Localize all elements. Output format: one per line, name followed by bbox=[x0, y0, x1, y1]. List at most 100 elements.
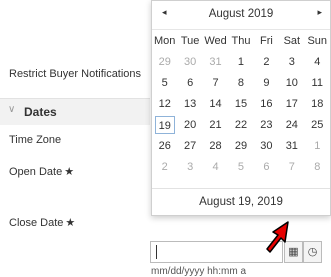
datepicker-popup: ◂ August 2019 ▸ Mon Tue Wed Thu Fri Sat Sun 29… bbox=[151, 0, 331, 216]
weekday-header: Fri bbox=[259, 34, 273, 47]
weekday-header: Mon bbox=[154, 34, 176, 47]
open-date-label-text: Open Date bbox=[9, 166, 63, 178]
arrow-shape bbox=[266, 221, 289, 253]
day-cell[interactable]: 30 bbox=[254, 135, 279, 156]
day-cell[interactable]: 4 bbox=[203, 156, 228, 177]
day-number: 28 bbox=[209, 139, 222, 152]
day-number: 25 bbox=[311, 118, 324, 131]
day-cell[interactable]: 8 bbox=[228, 72, 253, 93]
day-cell[interactable]: 7 bbox=[279, 156, 304, 177]
weekday-header: Sat bbox=[283, 34, 301, 47]
day-cell[interactable]: 6 bbox=[177, 72, 202, 93]
day-cell[interactable]: 9 bbox=[254, 72, 279, 93]
close-date-format-hint: mm/dd/yyyy hh:mm a bbox=[151, 266, 247, 277]
day-cell[interactable]: 16 bbox=[254, 93, 279, 114]
day-number: 31 bbox=[209, 55, 222, 68]
day-number: 23 bbox=[260, 118, 273, 131]
week-row: 26 27 28 29 30 31 1 bbox=[152, 135, 330, 156]
datepicker-header: ◂ August 2019 ▸ bbox=[152, 1, 330, 30]
day-cell[interactable]: 2 bbox=[152, 156, 177, 177]
day-cell[interactable]: 19 bbox=[152, 114, 177, 135]
day-number: 18 bbox=[311, 97, 324, 110]
close-date-label: Close Date ★ bbox=[9, 216, 75, 229]
day-cell[interactable]: 21 bbox=[203, 114, 228, 135]
day-cell[interactable]: 8 bbox=[305, 156, 330, 177]
day-cell[interactable]: 31 bbox=[279, 135, 304, 156]
day-cell[interactable]: 15 bbox=[228, 93, 253, 114]
day-cell[interactable]: 29 bbox=[152, 51, 177, 72]
day-number: 1 bbox=[314, 139, 321, 152]
day-number: 29 bbox=[158, 55, 171, 68]
day-cell[interactable]: 18 bbox=[305, 93, 330, 114]
open-date-label: Open Date ★ bbox=[9, 165, 74, 178]
day-cell[interactable]: 1 bbox=[305, 135, 330, 156]
day-number: 16 bbox=[260, 97, 273, 110]
day-number: 20 bbox=[184, 118, 197, 131]
day-number: 13 bbox=[184, 97, 197, 110]
day-number: 3 bbox=[187, 160, 194, 173]
chevron-down-icon: ∨ bbox=[8, 104, 16, 115]
day-cell[interactable]: 12 bbox=[152, 93, 177, 114]
day-cell[interactable]: 17 bbox=[279, 93, 304, 114]
day-cell[interactable]: 26 bbox=[152, 135, 177, 156]
required-star-icon: ★ bbox=[64, 166, 75, 178]
day-number: 2 bbox=[161, 160, 168, 173]
day-number: 9 bbox=[263, 76, 270, 89]
day-number: 5 bbox=[161, 76, 168, 89]
dates-section-header[interactable]: ∨ Dates bbox=[0, 98, 150, 125]
day-number: 31 bbox=[285, 139, 298, 152]
day-number: 19 bbox=[154, 115, 175, 134]
day-number: 4 bbox=[212, 160, 219, 173]
day-number: 6 bbox=[263, 160, 270, 173]
day-cell[interactable]: 3 bbox=[279, 51, 304, 72]
day-cell[interactable]: 30 bbox=[177, 51, 202, 72]
day-cell[interactable]: 27 bbox=[177, 135, 202, 156]
day-cell[interactable]: 25 bbox=[305, 114, 330, 135]
day-number: 7 bbox=[288, 160, 295, 173]
day-cell[interactable]: 10 bbox=[279, 72, 304, 93]
day-number: 1 bbox=[237, 55, 245, 68]
datepicker-days: 29 30 31 1 2 3 4 5 6 7 8 9 10 11 12 13 14 15 16 17 18 19 20 21 2… bbox=[152, 51, 330, 177]
text-cursor bbox=[156, 245, 157, 259]
day-number: 15 bbox=[234, 97, 248, 110]
day-cell[interactable]: 23 bbox=[254, 114, 279, 135]
week-row: 19 20 21 22 23 24 25 bbox=[152, 114, 330, 135]
day-cell[interactable]: 2 bbox=[254, 51, 279, 72]
day-cell[interactable]: 5 bbox=[228, 156, 253, 177]
close-date-input[interactable] bbox=[150, 241, 283, 263]
day-number: 26 bbox=[158, 139, 171, 152]
day-number: 6 bbox=[187, 76, 194, 89]
close-date-label-text: Close Date bbox=[9, 217, 64, 229]
day-number: 7 bbox=[212, 76, 219, 89]
day-number: 29 bbox=[234, 139, 248, 152]
day-cell[interactable]: 20 bbox=[177, 114, 202, 135]
clock-button[interactable]: ◷ bbox=[303, 241, 322, 263]
day-cell[interactable]: 14 bbox=[203, 93, 228, 114]
day-number: 22 bbox=[234, 118, 248, 131]
next-month-icon[interactable]: ▸ bbox=[317, 7, 322, 18]
week-row: 29 30 31 1 2 3 4 bbox=[152, 51, 330, 72]
day-cell[interactable]: 24 bbox=[279, 114, 304, 135]
datepicker-footer[interactable]: August 19, 2019 bbox=[152, 188, 330, 215]
day-number: 17 bbox=[285, 97, 298, 110]
day-cell[interactable]: 6 bbox=[254, 156, 279, 177]
day-cell[interactable]: 5 bbox=[152, 72, 177, 93]
day-cell[interactable]: 1 bbox=[228, 51, 253, 72]
day-cell[interactable]: 28 bbox=[203, 135, 228, 156]
day-cell[interactable]: 4 bbox=[305, 51, 330, 72]
week-row: 2 3 4 5 6 7 8 bbox=[152, 156, 330, 177]
section-title: Dates bbox=[24, 105, 57, 119]
day-number: 8 bbox=[314, 160, 321, 173]
week-row: 5 6 7 8 9 10 11 bbox=[152, 72, 330, 93]
day-cell[interactable]: 31 bbox=[203, 51, 228, 72]
day-cell[interactable]: 13 bbox=[177, 93, 202, 114]
weekday-header: Thu bbox=[231, 34, 251, 47]
day-cell[interactable]: 11 bbox=[305, 72, 330, 93]
day-cell[interactable]: 29 bbox=[228, 135, 253, 156]
week-row: 12 13 14 15 16 17 18 bbox=[152, 93, 330, 114]
day-cell[interactable]: 22 bbox=[228, 114, 253, 135]
day-cell[interactable]: 7 bbox=[203, 72, 228, 93]
day-cell[interactable]: 3 bbox=[177, 156, 202, 177]
datepicker-month-label[interactable]: August 2019 bbox=[152, 8, 330, 20]
day-number: 2 bbox=[263, 55, 270, 68]
